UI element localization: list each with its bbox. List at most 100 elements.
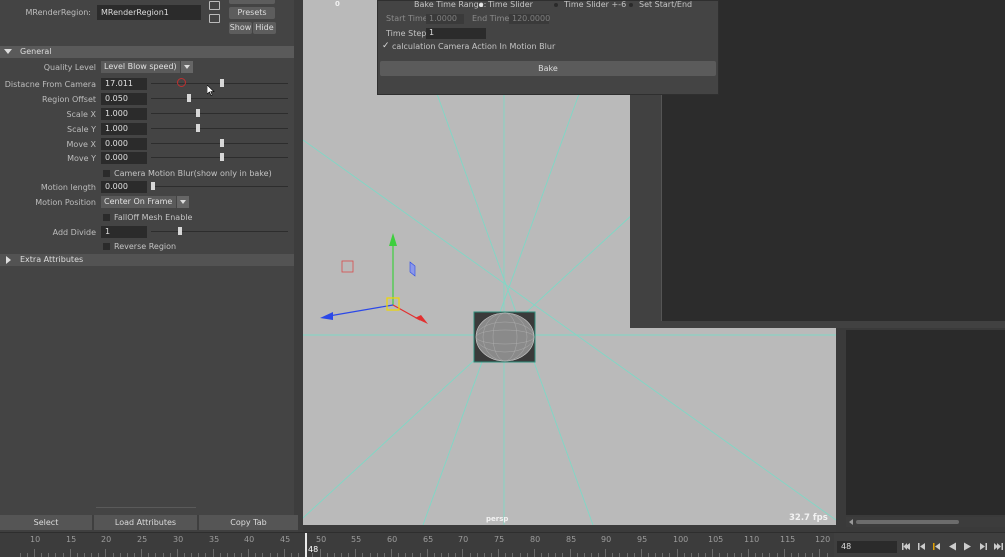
scroll-left-arrow-icon[interactable] — [849, 519, 853, 525]
quality-level-dropdown[interactable]: Level Blow speed) — [101, 61, 193, 73]
timeline-tick — [462, 549, 463, 557]
horizontal-scrollbar[interactable] — [846, 517, 1005, 527]
camera-motion-blur-checkbox[interactable] — [103, 170, 110, 177]
attr-row-slider-handle[interactable] — [220, 153, 224, 161]
node-name-field[interactable]: MRenderRegion1 — [97, 5, 201, 20]
attr-row-field[interactable]: 0.000 — [101, 138, 147, 150]
play-forwards-icon[interactable] — [962, 541, 973, 552]
motion-length-slider[interactable] — [151, 186, 288, 187]
timeline-tick — [370, 553, 371, 557]
reverse-region-checkbox[interactable] — [103, 243, 110, 250]
bake-dialog: Bake Time Range: Time Slider Time Slider… — [377, 0, 719, 95]
time-step-field[interactable]: 1 — [426, 28, 486, 39]
step-back-key-icon[interactable] — [931, 541, 942, 552]
timeline-tick — [34, 549, 35, 557]
presets-button[interactable]: Presets — [229, 7, 275, 19]
timeline-tick — [262, 553, 263, 557]
falloff-mesh-label: FallOff Mesh Enable — [114, 213, 193, 222]
checkmark-icon[interactable]: ✓ — [382, 41, 390, 51]
timeline-tick — [598, 553, 599, 557]
timeline-tick — [662, 553, 663, 557]
go-to-start-icon[interactable] — [901, 541, 912, 552]
scrollbar-thumb[interactable] — [856, 520, 959, 524]
attribute-editor-panel: MRenderRegion: MRenderRegion1 Presets Sh… — [0, 0, 294, 532]
play-backwards-icon[interactable] — [947, 541, 958, 552]
timeline-tick — [755, 553, 756, 557]
attr-row-slider-handle[interactable] — [220, 79, 224, 87]
attr-row-field[interactable]: 0.050 — [101, 93, 147, 105]
timeline-tick — [298, 553, 299, 557]
focus-icon[interactable] — [209, 1, 220, 10]
input-output-icon[interactable] — [209, 14, 220, 23]
timeline-tick — [70, 549, 71, 557]
load-attributes-button[interactable]: Load Attributes — [94, 515, 197, 530]
attr-row-slider-handle[interactable] — [196, 124, 200, 132]
radio-time-slider-pm[interactable] — [554, 3, 558, 7]
viewport-bottom-strip — [303, 525, 836, 532]
timeline-frame-label: 90 — [601, 535, 612, 544]
motion-length-slider-handle[interactable] — [151, 182, 155, 190]
attr-row-field[interactable]: 0.000 — [101, 152, 147, 164]
timeline-tick — [284, 549, 285, 557]
section-extra-header[interactable]: Extra Attributes — [0, 254, 294, 266]
falloff-mesh-checkbox[interactable] — [103, 214, 110, 221]
timeline-tick — [420, 553, 421, 557]
timeline-tick — [48, 553, 49, 557]
motion-position-dropdown[interactable]: Center On Frame — [101, 196, 189, 208]
timeline-tick — [398, 553, 399, 557]
timeline-tick — [434, 553, 435, 557]
step-forward-icon[interactable] — [978, 541, 989, 552]
add-divide-field[interactable]: 1 — [101, 226, 147, 238]
timeline-tick — [134, 553, 135, 557]
add-divide-slider-handle[interactable] — [178, 227, 182, 235]
fps-readout: 32.7 fps — [789, 513, 828, 523]
section-general-header[interactable]: General — [0, 46, 294, 58]
mesh-sphere[interactable] — [475, 312, 535, 362]
attr-row-field[interactable]: 1.000 — [101, 123, 147, 135]
playback-controls: 48 — [834, 532, 1005, 557]
timeline-tick — [827, 553, 828, 557]
timeline-tick — [334, 553, 335, 557]
radio-time-slider[interactable] — [479, 3, 483, 7]
attr-row-field[interactable]: 17.011 — [101, 78, 147, 90]
timeline-tick — [405, 553, 406, 557]
attr-row-field[interactable]: 1.000 — [101, 108, 147, 120]
timeline-tick — [491, 553, 492, 557]
playhead-frame-label: 48 — [308, 545, 319, 554]
attr-row-label: Scale Y — [67, 125, 96, 134]
hide-button[interactable]: Hide — [253, 22, 276, 34]
calc-motion-blur-label: calculation Camera Action In Motion Blur — [392, 42, 556, 51]
show-button[interactable]: Show — [229, 22, 252, 34]
timeline-tick — [748, 549, 749, 557]
end-time-field[interactable]: 120.0000 — [509, 14, 550, 24]
bake-button[interactable]: Bake — [380, 61, 716, 76]
move-manipulator[interactable] — [320, 233, 428, 324]
attr-row-slider[interactable] — [151, 113, 288, 114]
select-button[interactable]: Select — [0, 515, 92, 530]
current-frame-field[interactable]: 48 — [837, 541, 897, 553]
mouse-cursor-icon — [206, 84, 215, 98]
opt-set-start-end-label: Set Start/End — [639, 0, 693, 9]
timeline-frame-label: 80 — [530, 535, 541, 544]
attr-row-slider[interactable] — [151, 128, 288, 129]
radio-set-start-end[interactable] — [629, 3, 633, 7]
add-divide-slider[interactable] — [151, 231, 288, 232]
go-to-end-icon[interactable] — [993, 541, 1004, 552]
focus-button[interactable] — [229, 0, 275, 4]
playhead[interactable] — [305, 533, 307, 557]
timeline-tick — [27, 553, 28, 557]
start-time-field[interactable]: 1.0000 — [426, 14, 464, 24]
motion-length-field[interactable]: 0.000 — [101, 181, 147, 193]
attr-row-slider[interactable] — [151, 98, 288, 99]
timeline-tick — [355, 549, 356, 557]
timeline-tick — [91, 553, 92, 557]
attr-row-slider-handle[interactable] — [187, 94, 191, 102]
timeline-tick — [691, 553, 692, 557]
time-slider[interactable]: 10 15 20 25 30 35 40 45 50 55 60 65 70 75 80 85 90 95 100 1… — [0, 532, 834, 557]
timeline-tick — [427, 549, 428, 557]
step-back-icon[interactable] — [916, 541, 927, 552]
attr-row-slider-handle[interactable] — [220, 139, 224, 147]
copy-tab-button[interactable]: Copy Tab — [199, 515, 298, 530]
quality-level-label: Quality Level — [43, 63, 96, 72]
attr-row-slider-handle[interactable] — [196, 109, 200, 117]
